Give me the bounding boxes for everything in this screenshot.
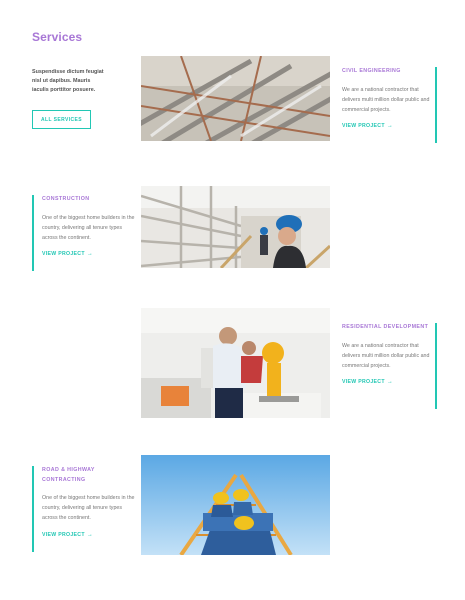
project-category: CONSTRUCTION [42, 196, 90, 202]
arrow-right-icon: → [386, 123, 394, 130]
intro-text: Suspendisse dictum feugiat nisl ut dapib… [32, 69, 104, 94]
project-card-construction: CONSTRUCTION One of the biggest home bui… [32, 195, 137, 271]
view-project-label: VIEW PROJECT [342, 123, 385, 130]
project-card-residential-development: RESIDENTIAL DEVELOPMENT We are a nationa… [342, 323, 437, 409]
card-accent-rule [32, 466, 34, 552]
all-services-button[interactable]: ALL SERVICES [32, 110, 91, 129]
view-project-link[interactable]: VIEW PROJECT → [342, 379, 434, 385]
view-project-label: VIEW PROJECT [342, 379, 385, 386]
project-description: We are a national contractor that delive… [342, 86, 430, 113]
card-accent-rule [32, 195, 34, 271]
project-category: ROAD & HIGHWAY CONTRACTING [42, 467, 95, 483]
project-image-construction [141, 186, 330, 268]
card-accent-rule [435, 323, 437, 409]
view-project-link[interactable]: VIEW PROJECT → [342, 123, 434, 129]
project-card-road-highway-contracting: ROAD & HIGHWAY CONTRACTING One of the bi… [32, 466, 137, 552]
page-title: Services [32, 30, 83, 44]
view-project-link[interactable]: VIEW PROJECT → [42, 251, 137, 257]
arrow-right-icon: → [86, 531, 94, 538]
project-image-residential-development [141, 308, 330, 418]
project-description: One of the biggest home builders in the … [42, 495, 135, 522]
view-project-label: VIEW PROJECT [42, 531, 85, 538]
view-project-link[interactable]: VIEW PROJECT → [42, 532, 137, 538]
card-accent-rule [435, 67, 437, 143]
project-card-civil-engineering: CIVIL ENGINEERING We are a national cont… [342, 67, 437, 143]
project-image-civil-engineering [141, 56, 330, 141]
project-category: RESIDENTIAL DEVELOPMENT [342, 324, 429, 330]
project-description: One of the biggest home builders in the … [42, 214, 135, 241]
arrow-right-icon: → [86, 251, 94, 258]
project-description: We are a national contractor that delive… [342, 342, 430, 369]
arrow-right-icon: → [386, 379, 394, 386]
view-project-label: VIEW PROJECT [42, 251, 85, 258]
project-category: CIVIL ENGINEERING [342, 68, 401, 74]
project-image-road-highway-contracting [141, 455, 330, 555]
